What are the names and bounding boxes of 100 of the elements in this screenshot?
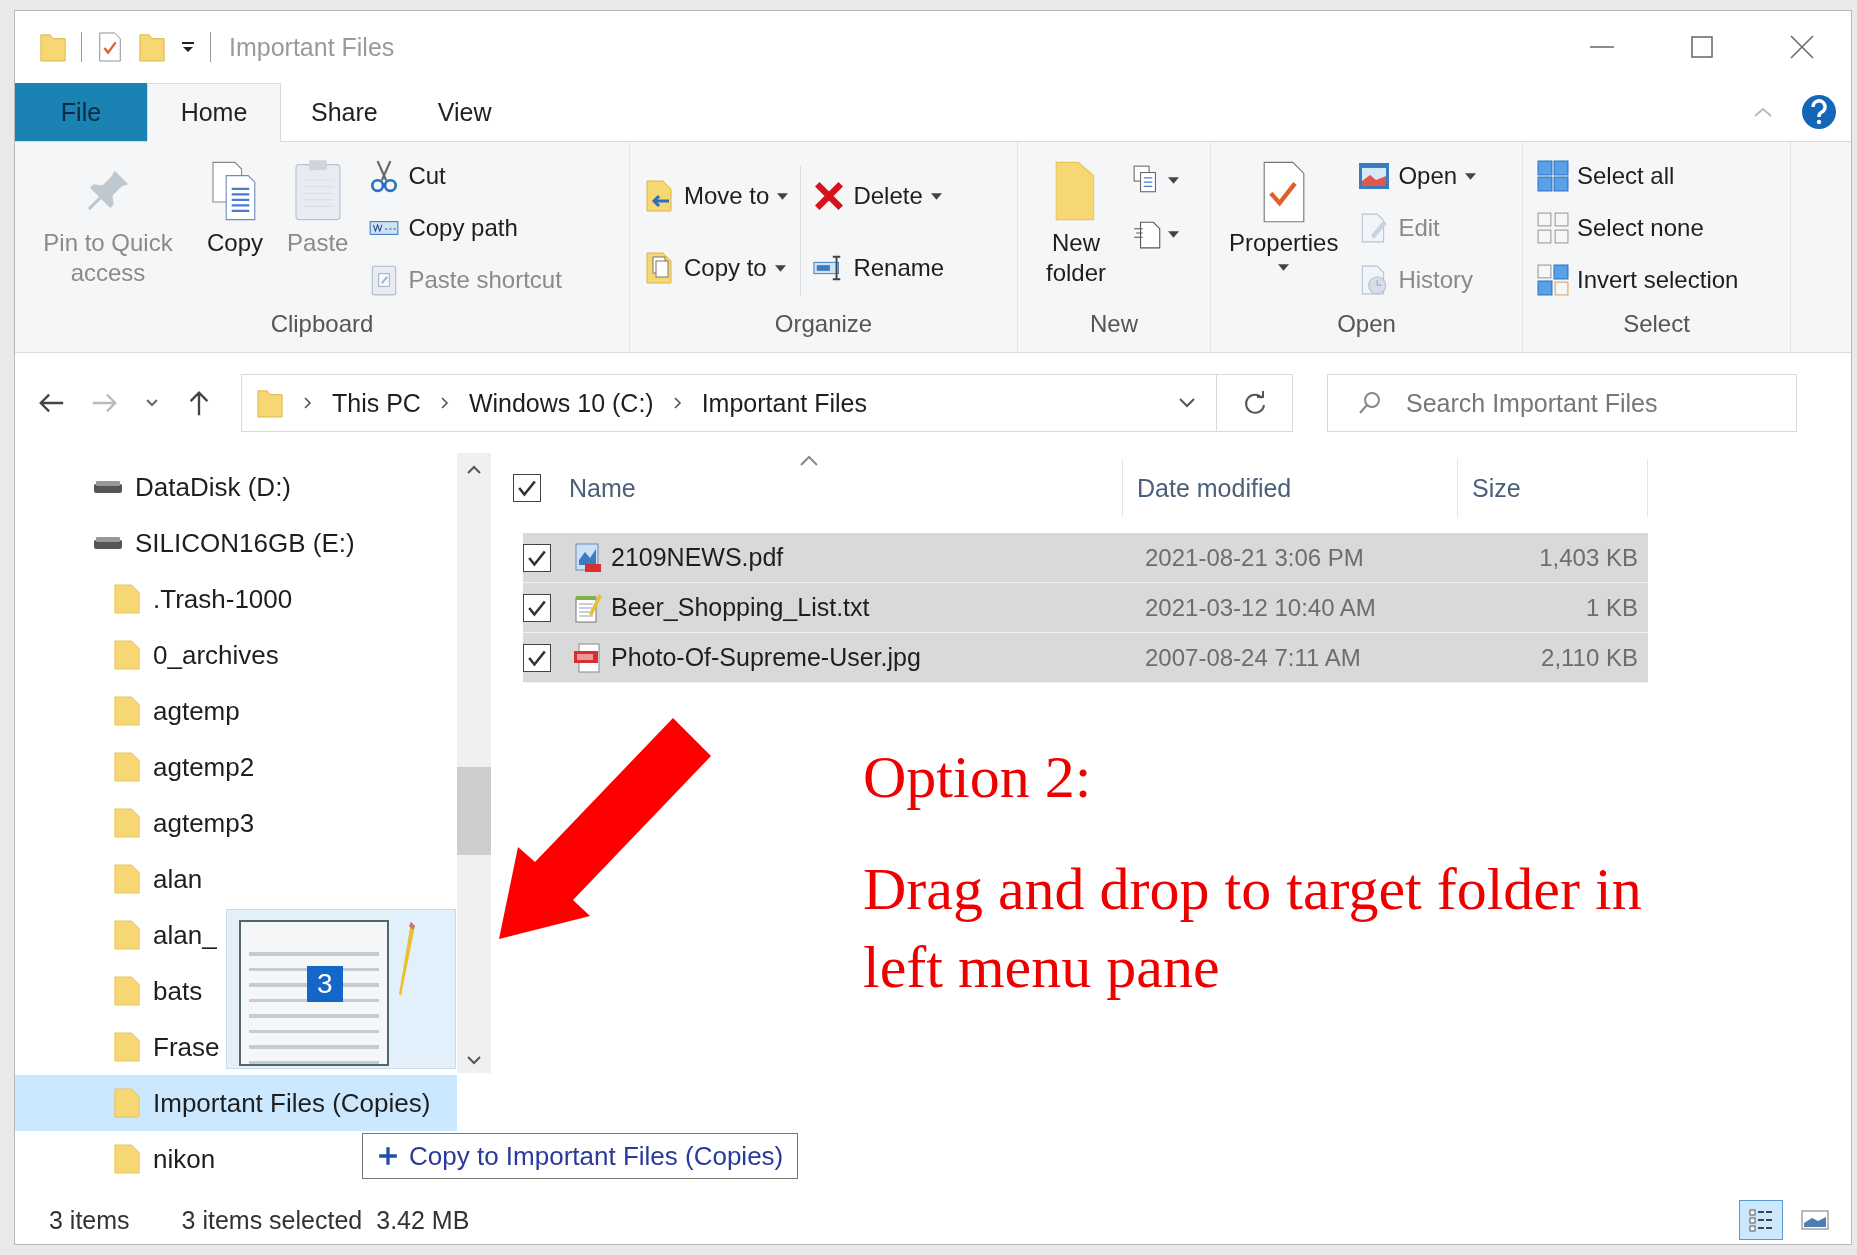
caret-icon — [1168, 230, 1179, 238]
column-header[interactable]: Date modified — [1137, 473, 1292, 503]
nav-item[interactable]: SILICON16GB (E:) — [15, 515, 365, 571]
group-label: Select — [1622, 310, 1691, 339]
nav-item[interactable]: bats — [15, 963, 213, 1019]
group-label: Organize — [773, 310, 874, 339]
file-row[interactable]: Photo-Of-Supreme-User.jpg 2007-08-24 7:11 AM 2,110 KB — [523, 633, 1648, 683]
pdf-file-icon — [573, 541, 603, 574]
folder-icon — [113, 582, 141, 616]
nav-item[interactable]: alan — [15, 851, 213, 907]
open-button[interactable]: Open — [1354, 154, 1481, 198]
copy-button[interactable]: Copy — [199, 154, 272, 262]
details-view-button[interactable] — [1739, 1200, 1783, 1240]
chevron-down-icon[interactable] — [466, 1055, 482, 1065]
invert-selection-button[interactable]: Invert selection — [1533, 258, 1743, 302]
grid-icon — [1537, 159, 1569, 193]
group-label: Clipboard — [269, 310, 375, 339]
help-icon[interactable] — [1801, 94, 1837, 130]
folder-icon — [113, 694, 141, 728]
address-bar[interactable]: This PC Windows 10 (C:) Important Files — [241, 374, 1293, 432]
ribbon-tab[interactable]: View — [407, 83, 522, 141]
row-checkbox[interactable] — [523, 543, 551, 572]
file-name: Photo-Of-Supreme-User.jpg — [611, 643, 921, 672]
image-file-icon — [573, 641, 603, 674]
cut-button[interactable]: Cut — [364, 154, 566, 198]
date-cell: 2021-08-21 3:06 PM — [1145, 543, 1364, 572]
file-row[interactable]: 2109NEWS.pdf 2021-08-21 3:06 PM 1,403 KB — [523, 533, 1648, 583]
plus-icon — [377, 1145, 399, 1167]
caret-icon — [1278, 264, 1290, 271]
group-label: New — [1089, 310, 1139, 339]
ribbon-tab[interactable]: Home — [147, 83, 281, 142]
group-label: Open — [1336, 310, 1397, 339]
count-badge: 3 — [307, 966, 343, 1002]
file-name: Beer_Shopping_List.txt — [611, 593, 870, 622]
row-checkbox[interactable] — [523, 593, 551, 622]
breadcrumb[interactable]: This PC — [332, 388, 421, 418]
folder-icon — [113, 638, 141, 672]
drive-icon — [93, 536, 123, 550]
new-folder-button[interactable]: New folder — [1028, 154, 1124, 292]
search-field[interactable]: Search Important Files — [1327, 374, 1797, 432]
scrollbar[interactable] — [457, 453, 491, 1073]
breadcrumb[interactable]: Windows 10 (C:) — [468, 388, 654, 418]
folder-icon — [113, 1030, 141, 1064]
selection-count: 3 items selected — [181, 1205, 363, 1235]
chevron-up-icon[interactable] — [466, 465, 482, 475]
file-row[interactable]: Beer_Shopping_List.txt 2021-03-12 10:40 AM 1 KB — [523, 583, 1648, 633]
empty-grid-icon — [1537, 211, 1569, 245]
mixed-grid-icon — [1537, 263, 1569, 297]
size-cell: 2,110 KB — [1541, 643, 1638, 672]
copy-to-button[interactable]: Copy to — [640, 246, 793, 290]
copy-path-button[interactable]: Copy path — [364, 206, 566, 250]
folder-icon — [113, 1142, 141, 1176]
properties-icon[interactable] — [96, 31, 124, 63]
nav-item[interactable]: nikon — [15, 1131, 226, 1187]
folder-icon — [113, 750, 141, 784]
caret-icon — [777, 192, 789, 200]
nav-item[interactable]: agtemp2 — [15, 739, 265, 795]
row-checkbox[interactable] — [523, 643, 551, 672]
folder-icon — [113, 1086, 141, 1120]
chevron-down-icon[interactable] — [1178, 397, 1196, 409]
dropdown-icon[interactable] — [180, 39, 196, 55]
select-all-button[interactable]: Select all — [1533, 154, 1743, 198]
nav-item[interactable]: alan_ — [15, 907, 227, 963]
caret-icon — [930, 192, 942, 200]
caret-icon — [774, 264, 786, 272]
nav-item[interactable]: agtemp — [15, 683, 250, 739]
column-header[interactable]: Size — [1472, 473, 1521, 503]
select-all-checkbox[interactable] — [513, 474, 541, 502]
ribbon-tab[interactable]: Share — [281, 83, 408, 141]
select-none-button[interactable]: Select none — [1533, 206, 1743, 250]
folder-icon — [113, 974, 141, 1008]
rename-button[interactable]: Rename — [809, 246, 949, 290]
folder-icon — [113, 918, 141, 952]
folder-icon — [256, 387, 284, 419]
size-cell: 1 KB — [1585, 593, 1638, 622]
properties-button[interactable]: Properties — [1221, 154, 1347, 275]
date-cell: 2021-03-12 10:40 AM — [1145, 593, 1376, 622]
scroll-thumb[interactable] — [457, 767, 491, 855]
sort-caret-icon — [799, 455, 819, 467]
selection-size: 3.42 MB — [376, 1205, 470, 1235]
nav-item[interactable]: agtemp3 — [15, 795, 265, 851]
nav-item[interactable]: DataDisk (D:) — [15, 459, 301, 515]
nav-item[interactable]: .Trash-1000 — [15, 571, 303, 627]
move-to-button[interactable]: Move to — [640, 174, 793, 218]
nav-item[interactable]: Important Files (Copies) — [15, 1075, 457, 1131]
chevron-right-icon — [440, 397, 449, 409]
date-cell: 2007-08-24 7:11 AM — [1145, 643, 1361, 672]
window-title: Important Files — [229, 32, 395, 62]
nav-item[interactable]: 0_archives — [15, 627, 289, 683]
folder-icon — [113, 806, 141, 840]
notepad-icon — [573, 591, 603, 624]
column-header[interactable]: Name — [569, 473, 636, 503]
breadcrumb[interactable]: Important Files — [701, 388, 867, 418]
folder-icon — [113, 862, 141, 896]
ribbon-tab[interactable]: File — [15, 83, 147, 141]
nav-item[interactable]: Frase — [15, 1019, 230, 1075]
delete-button[interactable]: Delete — [809, 174, 949, 218]
chevron-right-icon — [304, 397, 312, 409]
chevron-right-icon — [673, 397, 682, 409]
chevron-down-icon[interactable] — [145, 398, 159, 408]
